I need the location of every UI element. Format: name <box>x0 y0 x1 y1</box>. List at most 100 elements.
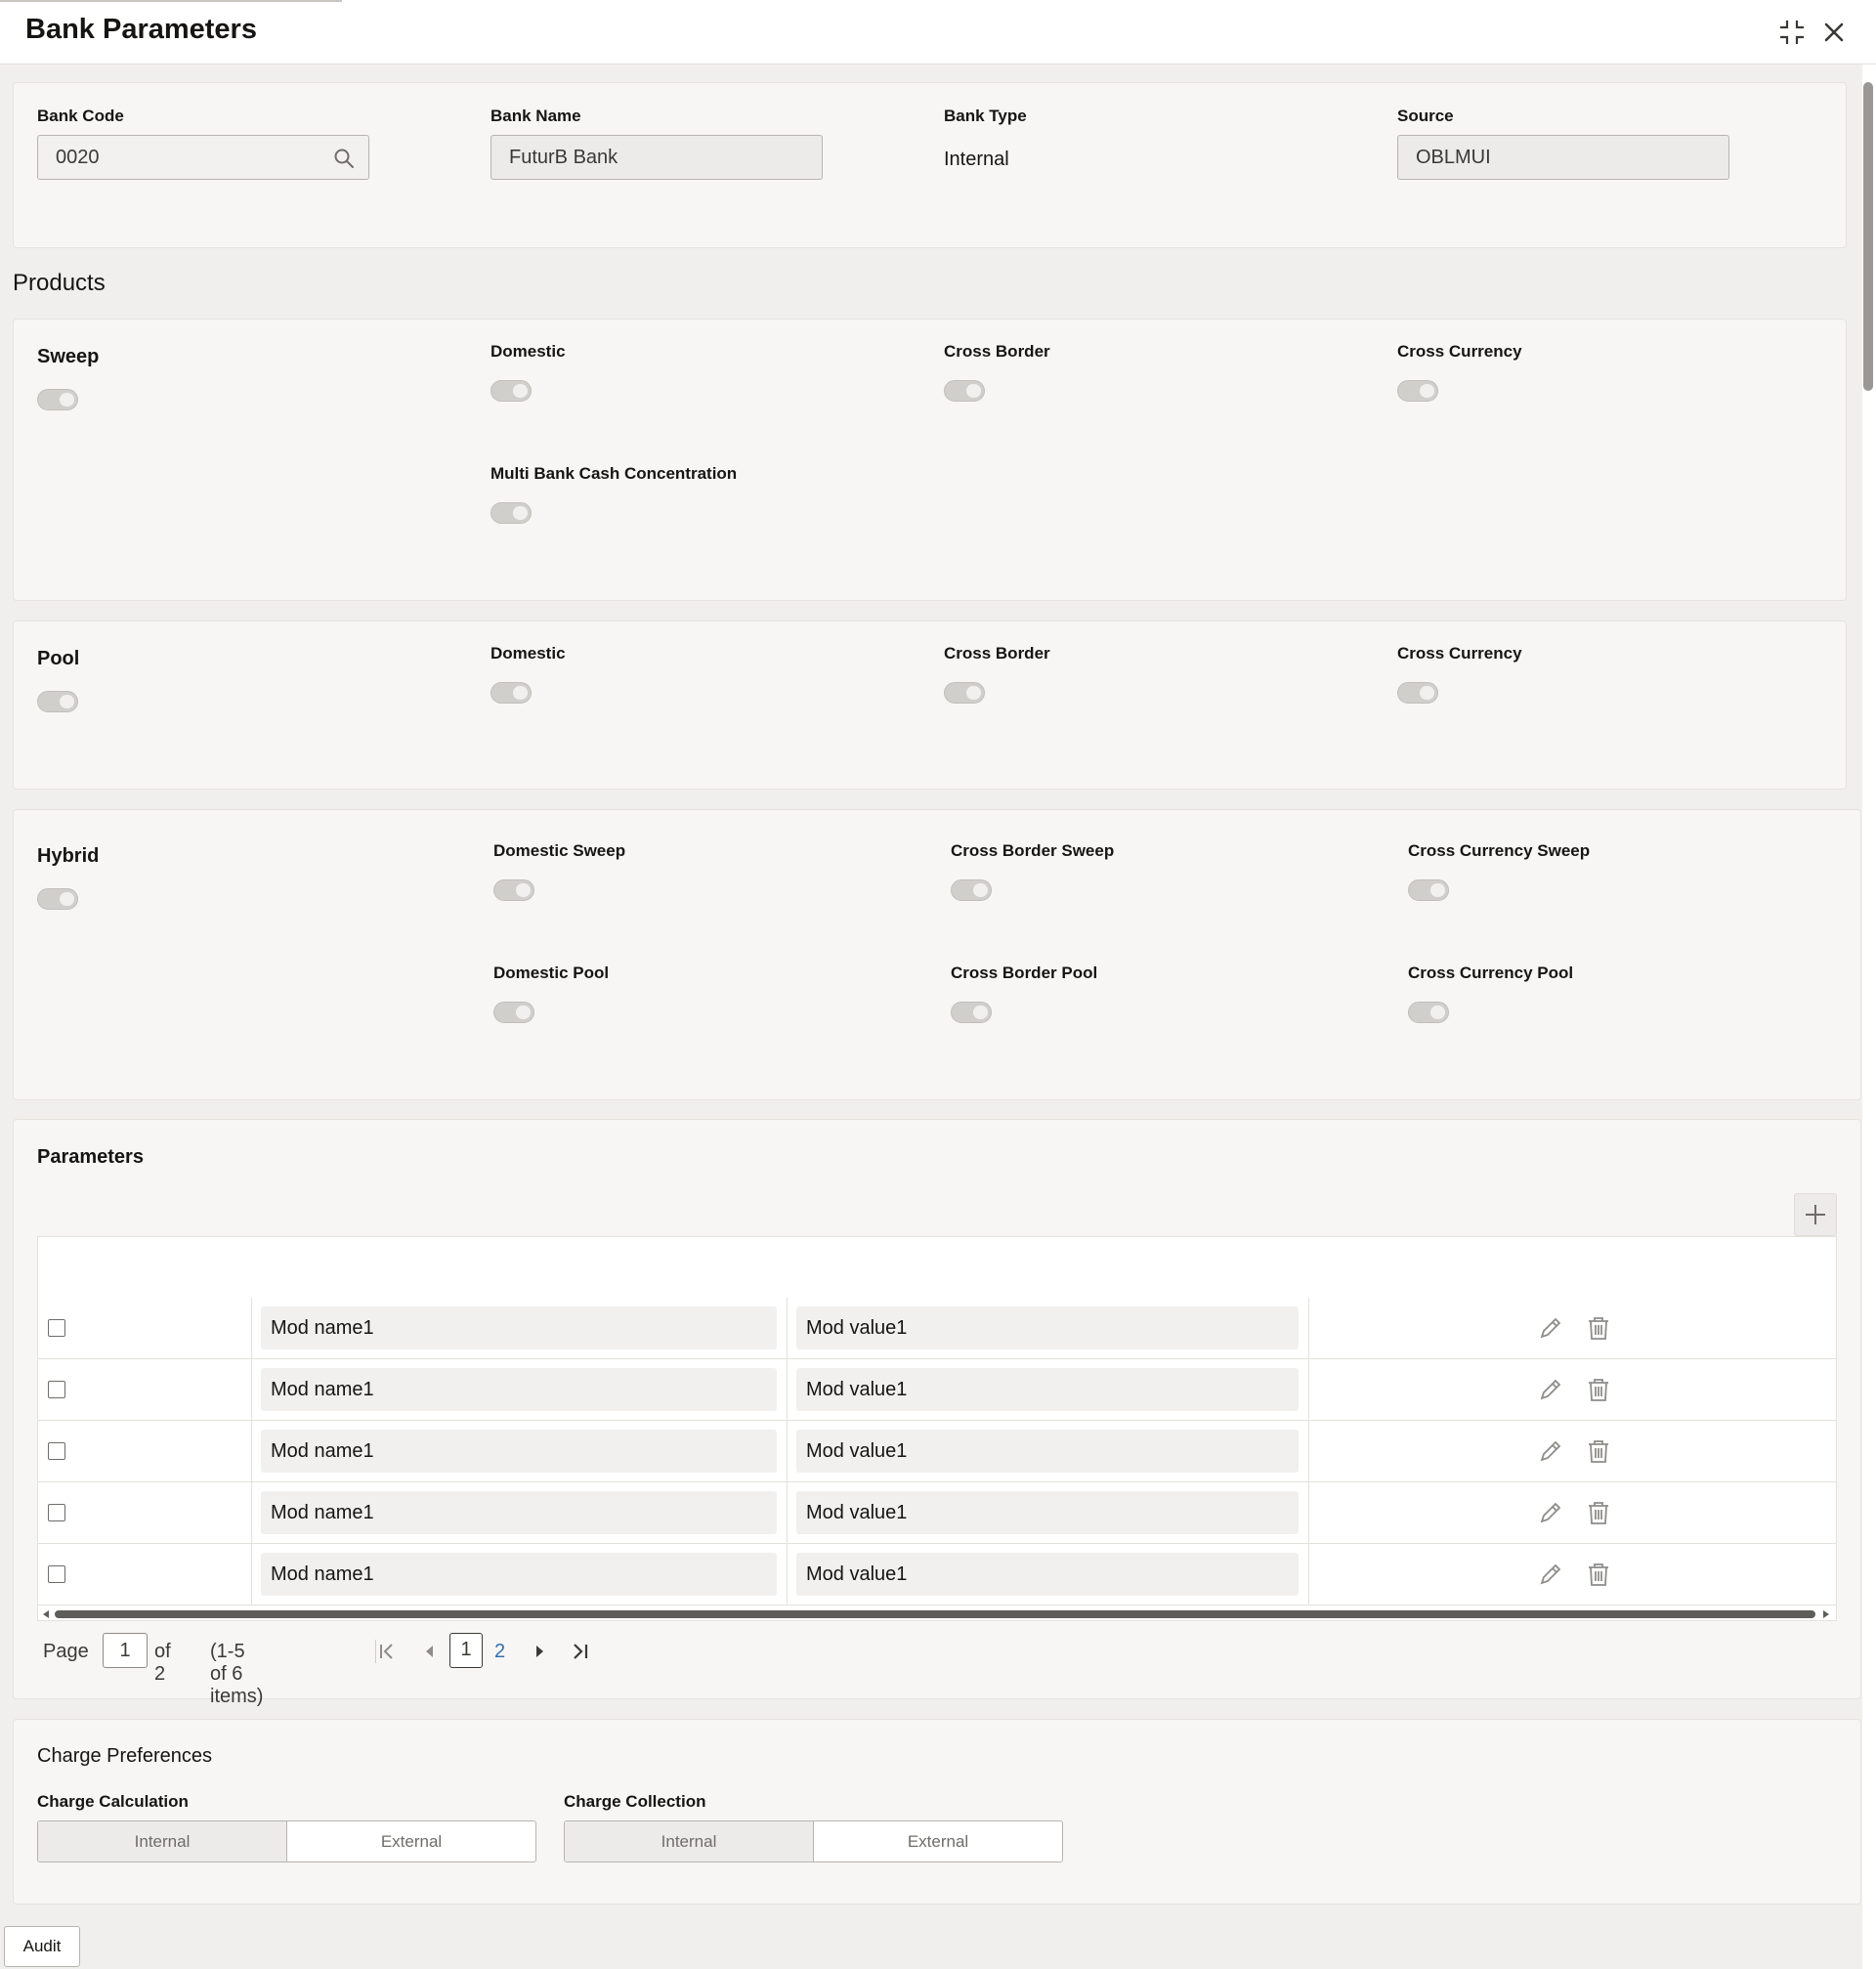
param-value-cell[interactable]: Mod value1 <box>796 1553 1299 1596</box>
hybrid-domestic-pool-toggle[interactable] <box>493 1002 534 1023</box>
trash-icon[interactable] <box>1585 1314 1612 1342</box>
column-divider <box>251 1421 252 1482</box>
sweep-cross-border-label: Cross Border <box>944 342 1050 361</box>
row-checkbox[interactable] <box>48 1504 65 1521</box>
products-title: Products <box>13 270 106 296</box>
param-value-cell[interactable]: Mod value1 <box>796 1430 1299 1473</box>
edit-icon[interactable] <box>1537 1499 1564 1526</box>
window-title: Bank Parameters <box>25 14 257 45</box>
compress-icon[interactable] <box>1775 16 1809 49</box>
charge-calculation-internal[interactable]: Internal <box>38 1821 287 1862</box>
param-name-cell[interactable]: Mod name1 <box>261 1491 777 1534</box>
pool-toggle[interactable] <box>37 691 78 712</box>
sweep-cross-currency-toggle[interactable] <box>1397 380 1438 402</box>
pager-divider <box>375 1640 376 1663</box>
source-label: Source <box>1397 107 1454 125</box>
charge-collection-internal[interactable]: Internal <box>565 1821 814 1862</box>
add-row-button[interactable] <box>1794 1193 1837 1236</box>
search-icon[interactable] <box>333 148 355 173</box>
column-divider <box>251 1482 252 1544</box>
charge-calculation-toggle: Internal External <box>37 1820 536 1862</box>
column-divider <box>787 1421 788 1482</box>
sweep-domestic-label: Domestic <box>490 342 566 361</box>
pool-cross-border-label: Cross Border <box>944 644 1050 663</box>
hybrid-cross-currency-sweep-label: Cross Currency Sweep <box>1408 841 1591 860</box>
row-checkbox[interactable] <box>48 1442 65 1460</box>
column-divider <box>787 1544 788 1605</box>
pool-cross-currency-toggle[interactable] <box>1397 682 1438 704</box>
column-divider <box>251 1298 252 1359</box>
scroll-left-arrow-icon[interactable] <box>41 1609 51 1619</box>
row-checkbox[interactable] <box>48 1565 65 1583</box>
audit-button[interactable]: Audit <box>4 1926 80 1967</box>
hybrid-domestic-sweep-toggle[interactable] <box>493 879 534 901</box>
hybrid-domestic-pool-label: Domestic Pool <box>493 963 610 982</box>
hybrid-toggle[interactable] <box>37 888 78 910</box>
hybrid-cross-border-pool-toggle[interactable] <box>951 1002 992 1023</box>
bank-name-field[interactable]: FuturB Bank <box>490 135 823 180</box>
param-value-cell[interactable]: Mod value1 <box>796 1306 1299 1349</box>
hybrid-cross-border-pool-label: Cross Border Pool <box>951 963 1098 982</box>
row-checkbox[interactable] <box>48 1319 65 1337</box>
edit-icon[interactable] <box>1537 1561 1564 1588</box>
row-checkbox[interactable] <box>48 1381 65 1398</box>
column-divider <box>787 1482 788 1544</box>
hybrid-cross-border-sweep-toggle[interactable] <box>951 879 992 901</box>
page-of-label: of 2 <box>154 1641 171 1685</box>
edit-icon[interactable] <box>1537 1437 1564 1465</box>
close-icon[interactable] <box>1817 16 1851 49</box>
pool-cross-currency-label: Cross Currency <box>1397 644 1522 663</box>
charge-calculation-external[interactable]: External <box>287 1821 535 1862</box>
page-1-button[interactable]: 1 <box>449 1633 483 1668</box>
charge-collection-external[interactable]: External <box>814 1821 1062 1862</box>
horizontal-scrollbar-thumb[interactable] <box>55 1610 1815 1618</box>
prev-page-icon[interactable] <box>420 1642 440 1667</box>
param-name-cell[interactable]: Mod name1 <box>261 1368 777 1411</box>
items-range-label: (1-5 of 6 items) <box>210 1641 264 1707</box>
bank-type-label: Bank Type <box>944 107 1027 125</box>
source-field[interactable]: OBLMUI <box>1397 135 1729 180</box>
charge-collection-label: Charge Collection <box>564 1792 706 1811</box>
sweep-toggle[interactable] <box>37 389 78 410</box>
column-divider <box>1308 1482 1309 1544</box>
first-page-icon[interactable] <box>377 1642 397 1667</box>
scroll-right-arrow-icon[interactable] <box>1821 1609 1831 1619</box>
horizontal-scrollbar[interactable] <box>37 1607 1837 1621</box>
param-name-cell[interactable]: Mod name1 <box>261 1553 777 1596</box>
vertical-scrollbar-thumb[interactable] <box>1863 82 1873 391</box>
param-name-cell[interactable]: Mod name1 <box>261 1306 777 1349</box>
hybrid-cross-currency-pool-toggle[interactable] <box>1408 1002 1449 1023</box>
sweep-multi-bank-toggle[interactable] <box>490 502 532 524</box>
pool-domestic-toggle[interactable] <box>490 682 532 704</box>
next-page-icon[interactable] <box>530 1642 549 1667</box>
column-divider <box>1308 1359 1309 1421</box>
sweep-cross-border-toggle[interactable] <box>944 380 985 402</box>
charge-preferences-panel <box>13 1719 1861 1905</box>
param-name-cell[interactable]: Mod name1 <box>261 1430 777 1473</box>
trash-icon[interactable] <box>1585 1561 1612 1588</box>
param-value-cell[interactable]: Mod value1 <box>796 1368 1299 1411</box>
hybrid-cross-currency-pool-label: Cross Currency Pool <box>1408 963 1574 982</box>
title-bar: Bank Parameters <box>0 0 1876 64</box>
bank-code-field[interactable]: 0020 <box>37 135 369 180</box>
hybrid-cross-currency-sweep-toggle[interactable] <box>1408 879 1449 901</box>
table-row: Mod name1 Mod value1 <box>38 1421 1836 1482</box>
sweep-cross-currency-label: Cross Currency <box>1397 342 1522 361</box>
pool-cross-border-toggle[interactable] <box>944 682 985 704</box>
edit-icon[interactable] <box>1537 1376 1564 1403</box>
page-number-input[interactable]: 1 <box>103 1633 148 1668</box>
param-value-cell[interactable]: Mod value1 <box>796 1491 1299 1534</box>
charge-collection-toggle: Internal External <box>564 1820 1063 1862</box>
bank-name-label: Bank Name <box>490 107 581 125</box>
bank-type-value: Internal <box>944 149 1009 170</box>
trash-icon[interactable] <box>1585 1376 1612 1403</box>
hybrid-cross-border-sweep-label: Cross Border Sweep <box>951 841 1115 860</box>
last-page-icon[interactable] <box>571 1642 590 1667</box>
edit-icon[interactable] <box>1537 1314 1564 1342</box>
trash-icon[interactable] <box>1585 1437 1612 1465</box>
page-2-button[interactable]: 2 <box>494 1641 505 1663</box>
column-divider <box>1308 1544 1309 1605</box>
trash-icon[interactable] <box>1585 1499 1612 1526</box>
sweep-domestic-toggle[interactable] <box>490 380 532 402</box>
plus-icon <box>1806 1205 1825 1224</box>
